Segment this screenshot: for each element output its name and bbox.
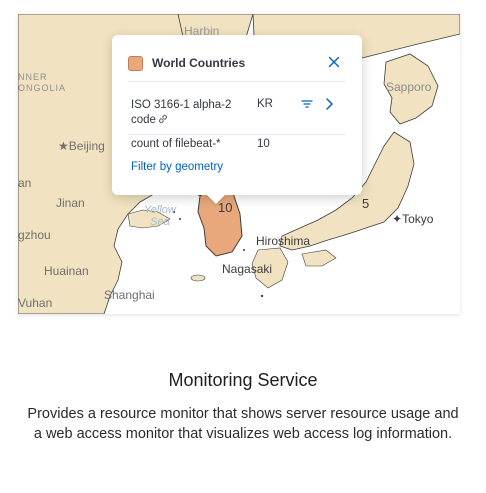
map-label-inner-mongolia: NNER ONGOLIA [18,72,67,93]
map-label-zhou: gzhou [18,228,51,242]
link-icon[interactable] [157,113,169,125]
map-label-an: an [18,176,32,190]
popup-header: World Countries [128,53,346,73]
layer-swatch-icon [128,55,143,71]
map-label-sapporo: Sapporo [386,80,432,94]
popup-divider [128,81,346,82]
close-icon[interactable] [326,53,342,71]
map-label-tokyo: ✦Tokyo [392,212,434,226]
row-divider [128,134,346,135]
map-label-shanghai: Shanghai [104,288,155,302]
popup-row-iso-code: ISO 3166-1 alpha-2 code KR [128,97,346,131]
row-key: ISO 3166-1 alpha-2 code [131,99,232,126]
map-label-jinan: Jinan [56,196,85,210]
row-value: KR [257,98,273,110]
map-label-yellow-sea: Yellow Sea [144,204,176,228]
map-label-beijing: ★Beijing [58,139,105,153]
map-label-hiroshima: Hiroshima [256,234,311,248]
section-description: Provides a resource monitor that shows s… [27,406,459,442]
popup-pointer [206,194,226,204]
map-label-nagasaki: Nagasaki [222,262,273,276]
map-label-huainan: Huainan [44,264,89,278]
map-tooltip-popup: World Countries ISO 3166-1 alpha-2 code … [112,35,362,195]
jeju-island [190,274,206,282]
map-label-wuhan: Vuhan [18,296,53,310]
row-key: count of filebeat-* [131,138,221,150]
section-title: Monitoring Service [168,370,318,390]
popup-title: World Countries [152,56,246,70]
row-value: 10 [257,138,270,150]
filter-icon[interactable] [300,97,314,111]
popup-row-count: count of filebeat-* 10 [128,138,346,156]
filter-by-geometry-link[interactable]: Filter by geometry [131,161,223,173]
map-count-japan: 5 [362,196,370,211]
chevron-right-icon[interactable] [322,96,336,112]
